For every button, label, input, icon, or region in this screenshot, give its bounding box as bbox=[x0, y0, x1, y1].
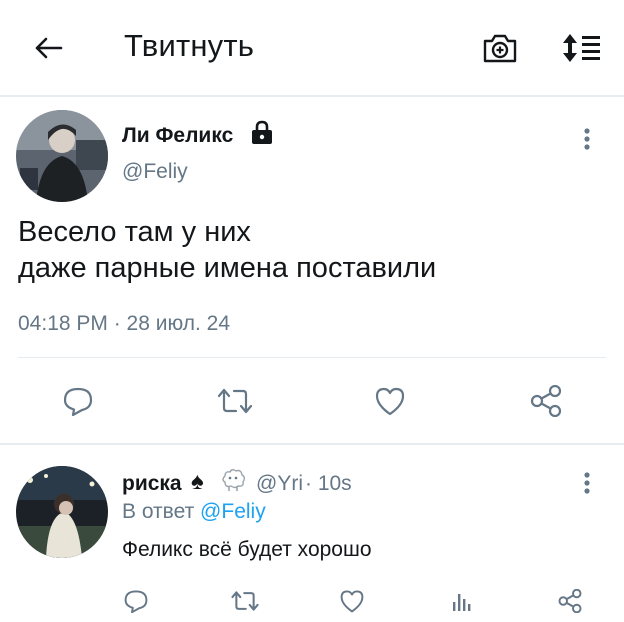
avatar[interactable] bbox=[16, 110, 108, 202]
reply-mention-link[interactable]: @Feliy bbox=[200, 500, 266, 523]
sort-button[interactable] bbox=[558, 28, 606, 68]
reply-button[interactable] bbox=[58, 382, 98, 420]
retweet-icon bbox=[217, 388, 253, 414]
like-icon bbox=[375, 387, 405, 416]
camera-add-icon bbox=[483, 34, 517, 63]
reply-button[interactable] bbox=[118, 586, 154, 616]
reply-text: Феликс всё будет хорошо bbox=[122, 538, 372, 561]
retweet-icon bbox=[231, 591, 259, 611]
author-name[interactable]: риска bbox=[122, 472, 182, 496]
sheep-icon bbox=[219, 466, 247, 494]
reply-prefix: В ответ bbox=[122, 500, 195, 523]
retweet-button[interactable] bbox=[214, 382, 256, 420]
share-icon bbox=[558, 589, 582, 613]
author-handle[interactable]: @Yri bbox=[256, 472, 303, 496]
back-button[interactable] bbox=[28, 30, 68, 66]
lock-icon bbox=[250, 120, 274, 146]
top-bar: Твитнуть bbox=[0, 0, 624, 96]
share-button[interactable] bbox=[552, 586, 588, 616]
more-options-button[interactable] bbox=[572, 468, 602, 498]
page-title: Твитнуть bbox=[124, 28, 255, 63]
add-photo-button[interactable] bbox=[478, 28, 522, 68]
more-vertical-icon bbox=[584, 128, 590, 150]
share-icon bbox=[530, 385, 562, 417]
author-handle[interactable]: @Feliy bbox=[122, 160, 188, 184]
tweet-text: Весело там у них даже парные имена поста… bbox=[18, 216, 437, 284]
arrow-left-icon bbox=[35, 37, 63, 59]
like-icon bbox=[340, 590, 364, 613]
reply-context: В ответ @Feliy bbox=[122, 500, 266, 524]
reply-icon bbox=[124, 590, 148, 613]
retweet-button[interactable] bbox=[226, 586, 264, 616]
spade-emoji: ♠ bbox=[191, 468, 204, 495]
analytics-icon bbox=[453, 594, 471, 611]
section-divider bbox=[0, 443, 624, 445]
reply-time: · 10s bbox=[305, 472, 352, 495]
like-button[interactable] bbox=[370, 382, 410, 420]
analytics-button[interactable] bbox=[444, 586, 480, 616]
more-options-button[interactable] bbox=[572, 124, 602, 154]
tweet-timestamp: 04:18 PM · 28 июл. 24 bbox=[18, 312, 231, 335]
sort-list-icon bbox=[563, 34, 600, 62]
author-name[interactable]: Ли Феликс bbox=[122, 124, 233, 148]
share-button[interactable] bbox=[526, 382, 566, 420]
header-divider bbox=[0, 95, 624, 97]
divider bbox=[18, 357, 606, 358]
reply-icon bbox=[63, 387, 93, 416]
like-button[interactable] bbox=[334, 586, 370, 616]
more-vertical-icon bbox=[584, 472, 590, 494]
avatar[interactable] bbox=[16, 466, 108, 558]
